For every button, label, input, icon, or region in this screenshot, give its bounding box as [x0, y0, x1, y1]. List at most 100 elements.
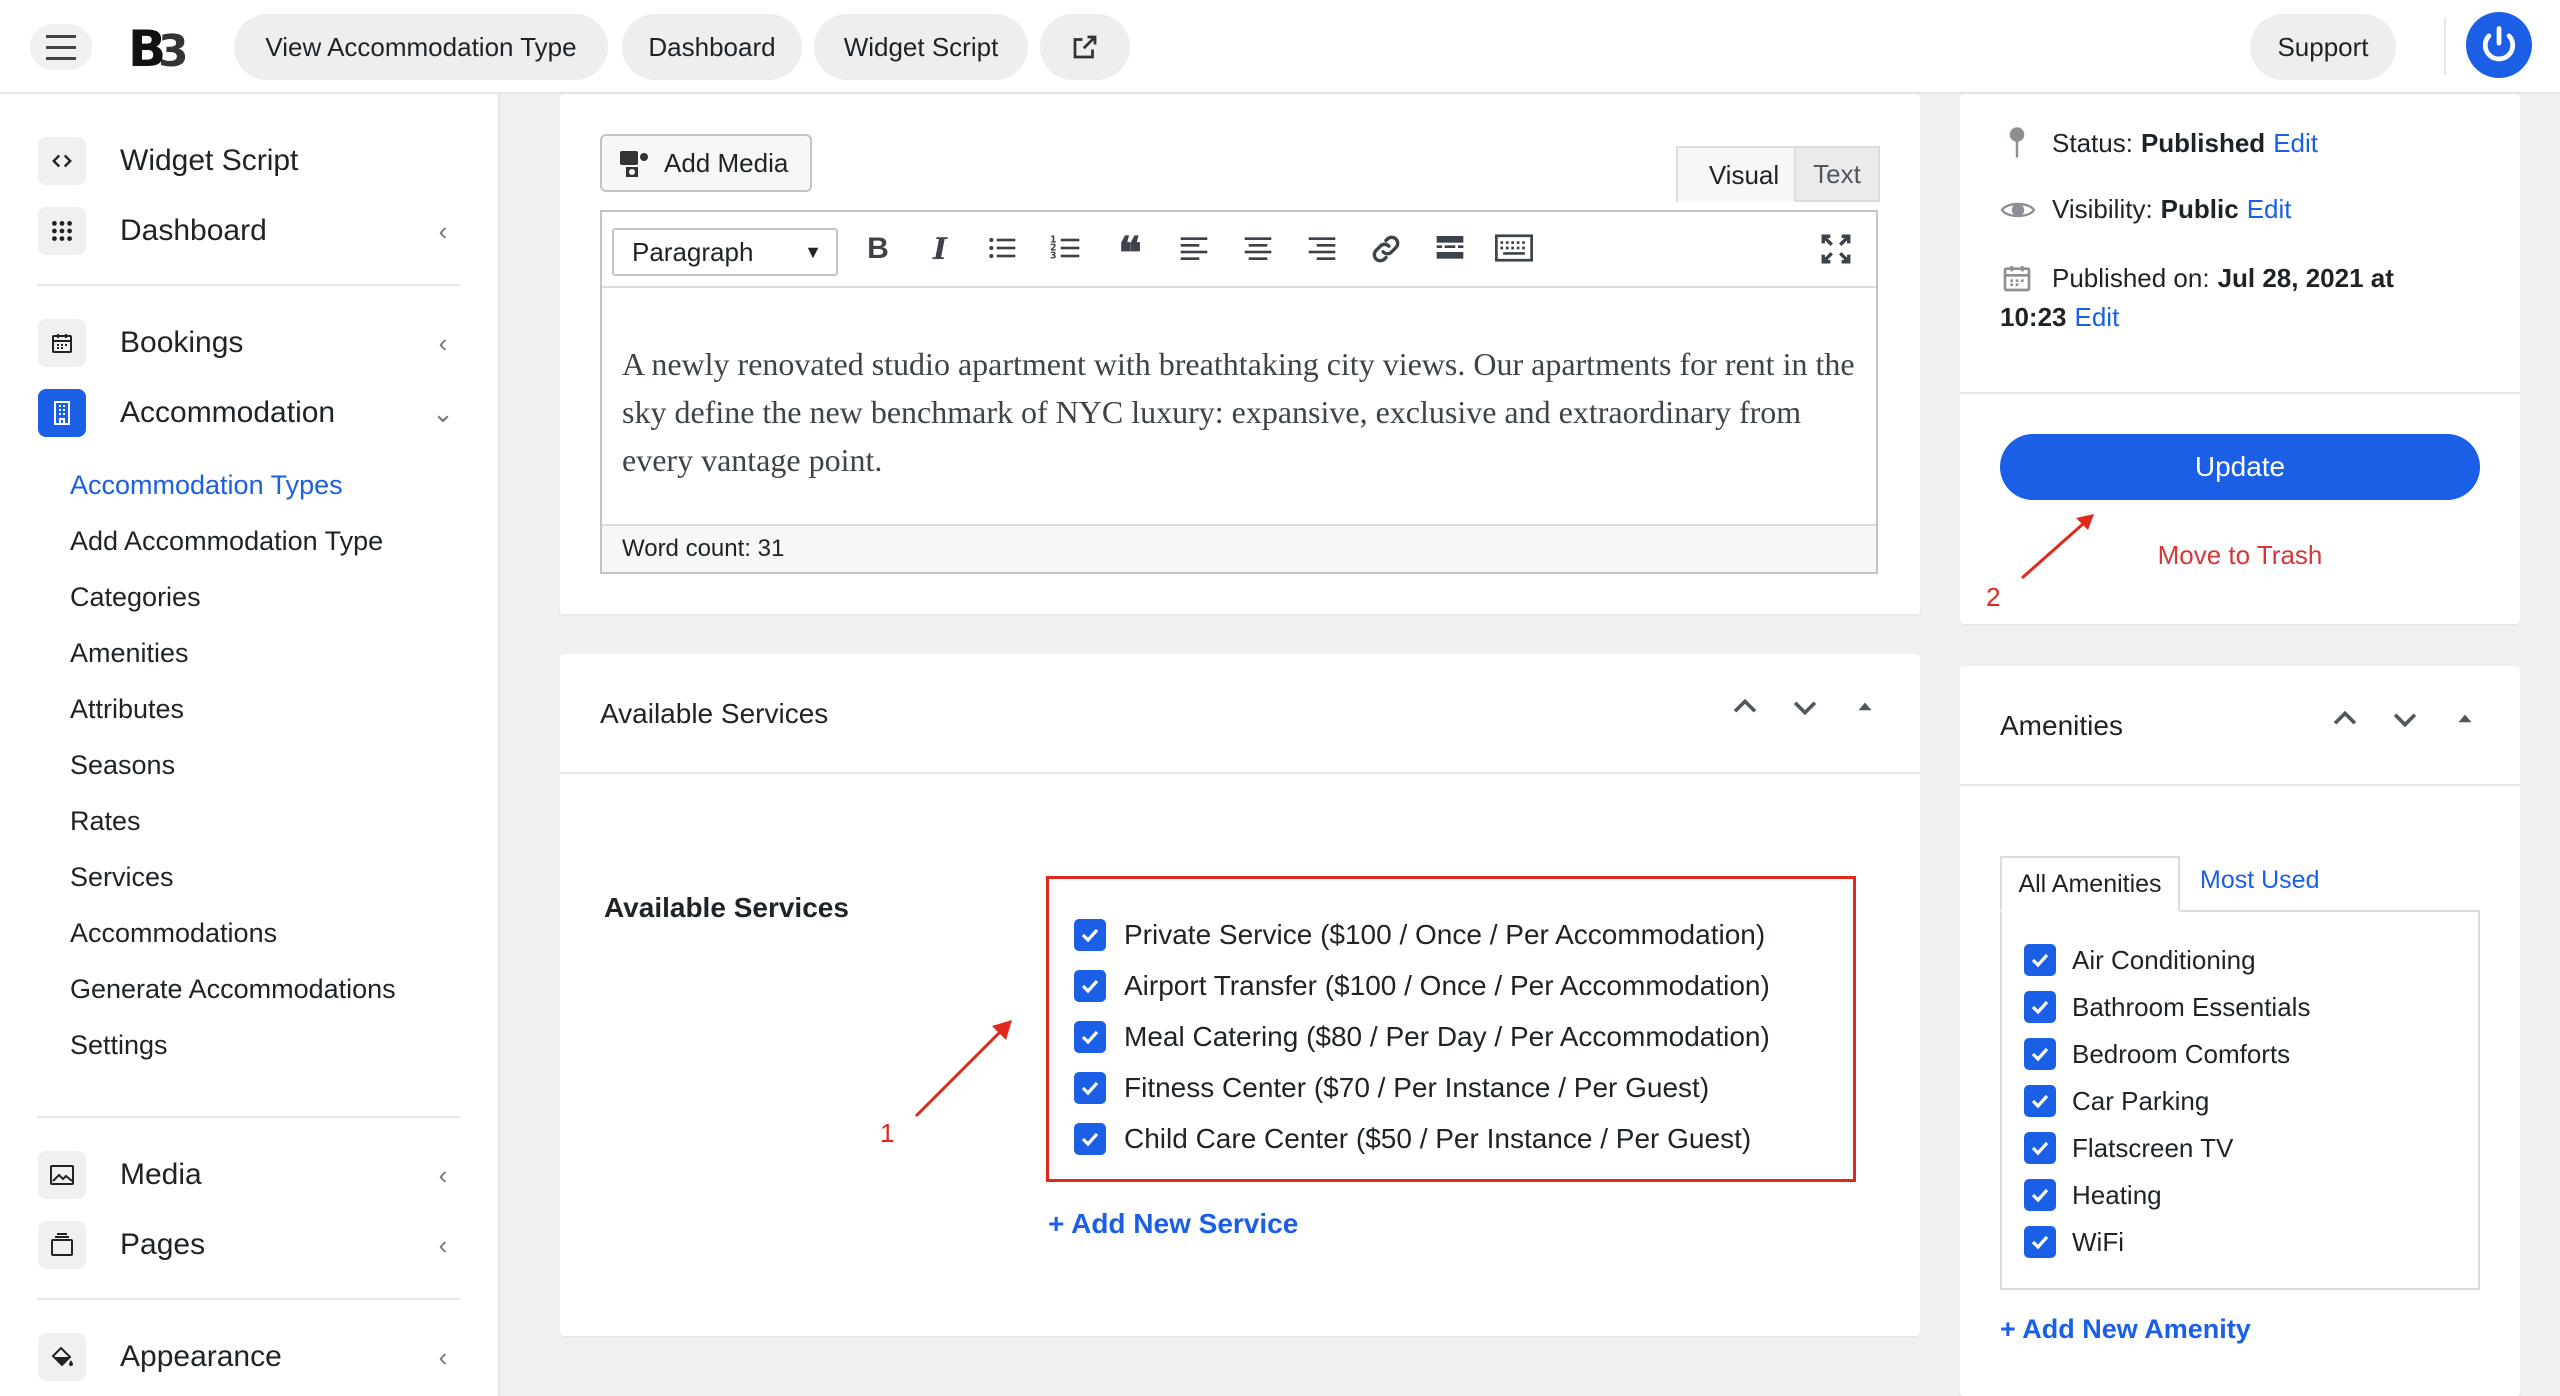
- top-bar: B 3 View Accommodation Type Dashboard Wi…: [0, 0, 2560, 94]
- numbered-list-button[interactable]: 123: [1046, 232, 1086, 268]
- sidebar-item-accommodation[interactable]: Accommodation ⌄: [38, 386, 458, 440]
- format-select[interactable]: Paragraph ▼: [612, 228, 838, 276]
- svg-text:3: 3: [158, 26, 188, 76]
- checkbox-checked[interactable]: [2024, 944, 2056, 976]
- sidebar-item-pages[interactable]: Pages ‹: [38, 1218, 458, 1272]
- edit-date-link[interactable]: Edit: [2075, 302, 2120, 333]
- submenu-add-accommodation-type[interactable]: Add Accommodation Type: [70, 526, 383, 557]
- editor-content[interactable]: A newly renovated studio apartment with …: [622, 340, 1862, 484]
- external-link-button[interactable]: [1040, 14, 1130, 80]
- service-checkbox-row[interactable]: Child Care Center ($50 / Per Instance / …: [1074, 1119, 1751, 1159]
- submenu-accommodations[interactable]: Accommodations: [70, 918, 277, 949]
- submenu-generate-accommodations[interactable]: Generate Accommodations: [70, 974, 396, 1005]
- submenu-categories[interactable]: Categories: [70, 582, 201, 613]
- align-right-button[interactable]: [1302, 232, 1342, 268]
- submenu-attributes[interactable]: Attributes: [70, 694, 184, 725]
- submenu-settings[interactable]: Settings: [70, 1030, 168, 1061]
- amenity-checkbox-row[interactable]: Car Parking: [2024, 1083, 2209, 1119]
- tab-all-amenities[interactable]: All Amenities: [2000, 856, 2180, 912]
- published-on-row: Published on: Jul 28, 2021 at: [2000, 262, 2394, 294]
- tab-visual[interactable]: Visual: [1676, 146, 1812, 202]
- service-label: Meal Catering ($80 / Per Day / Per Accom…: [1124, 1021, 1770, 1052]
- sidebar-item-widget-script[interactable]: Widget Script: [38, 134, 458, 188]
- chevron-down-icon: [2393, 713, 2417, 728]
- amenity-checkbox-row[interactable]: Bedroom Comforts: [2024, 1036, 2290, 1072]
- service-checkbox-row[interactable]: Airport Transfer ($100 / Once / Per Acco…: [1074, 966, 1770, 1006]
- fullscreen-button[interactable]: [1816, 232, 1856, 268]
- status-label: Status:: [2052, 127, 2133, 158]
- tab-most-used[interactable]: Most Used: [2200, 866, 2319, 895]
- bullet-list-icon: [989, 237, 1016, 259]
- insert-link-button[interactable]: [1366, 232, 1406, 268]
- checkbox-checked[interactable]: [2024, 1179, 2056, 1211]
- submenu-services[interactable]: Services: [70, 862, 174, 893]
- service-checkbox-row[interactable]: Private Service ($100 / Once / Per Accom…: [1074, 915, 1765, 955]
- support-button[interactable]: Support: [2250, 14, 2396, 80]
- sidebar-item-label: Widget Script: [120, 144, 299, 177]
- checkbox-checked[interactable]: [2024, 1038, 2056, 1070]
- edit-status-link[interactable]: Edit: [2273, 128, 2318, 159]
- amenity-checkbox-row[interactable]: Bathroom Essentials: [2024, 989, 2310, 1025]
- checkbox-checked[interactable]: [1074, 1072, 1106, 1104]
- toggle-panel-button[interactable]: [1852, 690, 1878, 731]
- service-checkbox-row[interactable]: Fitness Center ($70 / Per Instance / Per…: [1074, 1068, 1709, 1108]
- external-link-icon: [1073, 35, 1097, 59]
- sidebar-item-dashboard[interactable]: Dashboard ‹: [38, 204, 458, 258]
- align-center-button[interactable]: [1238, 232, 1278, 268]
- menu-toggle-button[interactable]: [30, 24, 92, 70]
- checkbox-checked[interactable]: [2024, 991, 2056, 1023]
- move-down-button[interactable]: [2388, 702, 2422, 743]
- submenu-seasons[interactable]: Seasons: [70, 750, 175, 781]
- user-menu-button[interactable]: [2466, 12, 2532, 78]
- blockquote-button[interactable]: ❝: [1110, 232, 1150, 276]
- sidebar-item-media[interactable]: Media ‹: [38, 1148, 458, 1202]
- tab-text[interactable]: Text: [1794, 146, 1880, 202]
- dashboard-button[interactable]: Dashboard: [622, 14, 802, 80]
- italic-button[interactable]: I: [920, 232, 960, 268]
- move-up-button[interactable]: [1728, 690, 1762, 731]
- bold-button[interactable]: B: [858, 232, 898, 268]
- submenu-amenities[interactable]: Amenities: [70, 638, 189, 669]
- sidebar-item-appearance[interactable]: Appearance ‹: [38, 1330, 458, 1384]
- amenity-checkbox-row[interactable]: Flatscreen TV: [2024, 1130, 2233, 1166]
- chevron-up-icon: [2333, 710, 2357, 725]
- annotation-label-1: 1: [880, 1118, 895, 1148]
- amenity-checkbox-row[interactable]: Heating: [2024, 1177, 2162, 1213]
- annotation-arrow-2: [2021, 514, 2094, 580]
- widget-script-button[interactable]: Widget Script: [814, 14, 1028, 80]
- checkbox-checked[interactable]: [1074, 1021, 1106, 1053]
- checkbox-checked[interactable]: [1074, 919, 1106, 951]
- checkbox-checked[interactable]: [1074, 1123, 1106, 1155]
- sidebar-item-label: Accommodation: [120, 396, 336, 429]
- align-left-button[interactable]: [1174, 232, 1214, 268]
- toggle-panel-button[interactable]: [2452, 702, 2478, 743]
- bullet-list-button[interactable]: [982, 232, 1022, 268]
- add-media-button[interactable]: Add Media: [600, 134, 812, 192]
- hamburger-icon: [46, 31, 76, 64]
- amenity-checkbox-row[interactable]: WiFi: [2024, 1224, 2124, 1260]
- amenity-checkbox-row[interactable]: Air Conditioning: [2024, 942, 2256, 978]
- service-label: Airport Transfer ($100 / Once / Per Acco…: [1124, 970, 1770, 1001]
- view-accommodation-type-button[interactable]: View Accommodation Type: [234, 14, 608, 80]
- submenu-rates[interactable]: Rates: [70, 806, 141, 837]
- add-new-amenity-link[interactable]: + Add New Amenity: [2000, 1314, 2251, 1345]
- checkbox-checked[interactable]: [2024, 1085, 2056, 1117]
- move-up-button[interactable]: [2328, 702, 2362, 743]
- add-new-service-link[interactable]: + Add New Service: [1048, 1208, 1298, 1240]
- read-more-button[interactable]: [1430, 232, 1470, 268]
- triangle-up-icon: [1858, 702, 1872, 711]
- checkbox-checked[interactable]: [2024, 1226, 2056, 1258]
- edit-visibility-link[interactable]: Edit: [2247, 194, 2292, 225]
- service-label: Fitness Center ($70 / Per Instance / Per…: [1124, 1072, 1710, 1103]
- submenu-accommodation-types[interactable]: Accommodation Types: [70, 470, 343, 501]
- checkbox-checked[interactable]: [1074, 970, 1106, 1002]
- service-checkbox-row[interactable]: Meal Catering ($80 / Per Day / Per Accom…: [1074, 1017, 1770, 1057]
- editor-toolbar: Paragraph ▼ B I 123 ❝: [602, 212, 1876, 288]
- move-down-button[interactable]: [1788, 690, 1822, 731]
- update-button[interactable]: Update: [2000, 434, 2480, 500]
- sidebar-item-bookings[interactable]: Bookings ‹: [38, 316, 458, 370]
- chevron-left-icon: ‹: [438, 1159, 448, 1190]
- checkbox-checked[interactable]: [2024, 1132, 2056, 1164]
- annotation-arrow-1: [914, 1020, 1012, 1118]
- toolbar-toggle-button[interactable]: [1494, 232, 1534, 268]
